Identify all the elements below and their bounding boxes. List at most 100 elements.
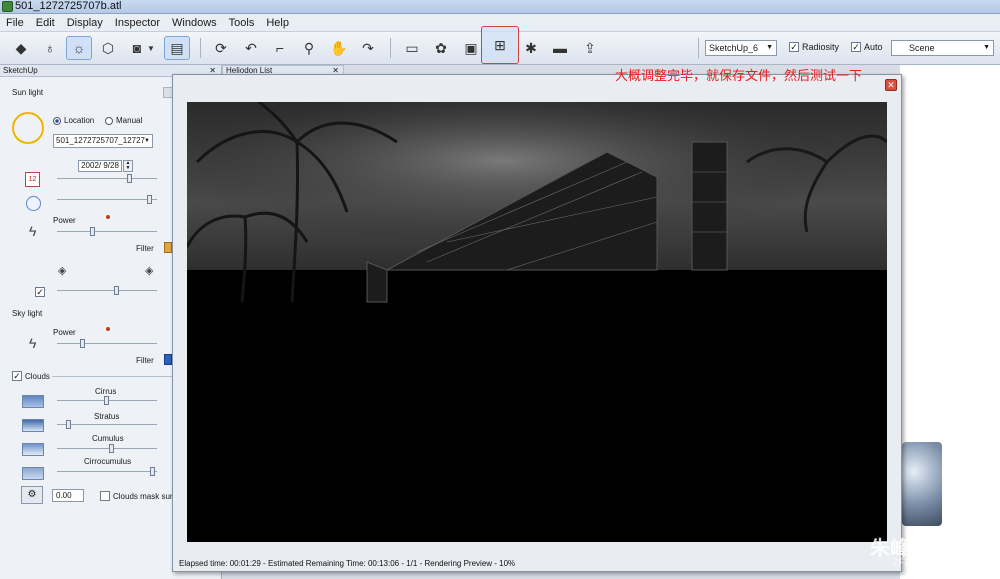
slider-thumb[interactable] [147, 195, 152, 204]
slider-thumb[interactable] [104, 396, 109, 405]
clouds-value-field[interactable]: 0.00 [52, 489, 84, 502]
slider-thumb[interactable] [127, 174, 132, 183]
clouds-checkbox[interactable]: ✓ Clouds [12, 371, 50, 381]
cloud-tool-button[interactable]: ⚙ [21, 486, 43, 504]
export-icon[interactable]: ⇪ [577, 36, 603, 60]
cumulus-slider[interactable] [57, 444, 157, 453]
auto-label: Auto [864, 42, 883, 52]
day-slider[interactable] [57, 174, 157, 183]
checkbox-unchecked[interactable] [100, 491, 110, 501]
sun-icon [12, 112, 44, 144]
checkbox-checked[interactable]: ✓ [35, 287, 45, 298]
cumulus-thumbnail [22, 443, 44, 456]
menu-display[interactable]: Display [61, 14, 109, 31]
location-select[interactable]: 501_1272725707_12727 ▼ [53, 134, 153, 148]
clouds-mask-checkbox[interactable]: Clouds mask sun [100, 491, 174, 501]
rendered-image [187, 102, 887, 542]
refresh-icon[interactable]: ⟳ [208, 36, 234, 60]
panel-icon[interactable]: ▤ [164, 36, 190, 60]
manual-radio[interactable]: Manual [105, 116, 142, 125]
date-field[interactable]: 2002/ 9/28 [78, 160, 122, 172]
frame-icon[interactable]: ▭ [399, 36, 425, 60]
slider-thumb[interactable] [80, 339, 85, 348]
sky-power-slider[interactable] [57, 339, 157, 348]
checkbox-checked[interactable]: ✓ [12, 371, 22, 381]
sun-filter-label: Filter [136, 244, 154, 253]
date-spinner[interactable]: ▲ ▼ [123, 160, 133, 172]
clouds-mask-label: Clouds mask sun [113, 491, 175, 501]
menu-tools[interactable]: Tools [223, 14, 261, 31]
undo-icon[interactable]: ↶ [238, 36, 264, 60]
power-marker [106, 327, 110, 331]
chevron-down-icon: ▼ [983, 44, 990, 51]
location-radio[interactable]: Location [53, 116, 94, 125]
toolbar-separator [390, 38, 391, 58]
region-render-icon[interactable]: ⊞ [481, 26, 519, 64]
cirrocumulus-label: Cirrocumulus [84, 457, 132, 466]
eraser-icon[interactable]: ◈ [58, 264, 66, 277]
panel-title: SketchUp [3, 66, 38, 75]
slider-thumb[interactable] [109, 444, 114, 453]
sun-power-slider[interactable] [57, 227, 157, 236]
sky-filter-color[interactable] [164, 354, 172, 365]
close-icon[interactable]: ✕ [885, 79, 897, 91]
scene-select-value: Scene [909, 43, 935, 53]
lightning-icon: ϟ [29, 335, 37, 351]
cirrocumulus-slider[interactable] [57, 467, 157, 476]
checkbox-checked[interactable]: ✓ [789, 42, 799, 52]
checkbox-checked[interactable]: ✓ [851, 42, 861, 52]
power-marker [106, 215, 110, 219]
chevron-down-icon[interactable]: ▼ [146, 36, 156, 60]
view-select-value: SketchUp_6 [709, 43, 759, 53]
sun-filter-color[interactable] [164, 242, 172, 253]
radio-unselected[interactable] [105, 116, 113, 125]
divider [52, 376, 172, 377]
bulb-icon[interactable]: ♁ [37, 36, 63, 60]
time-slider[interactable] [57, 195, 157, 204]
redo-icon[interactable]: ↷ [355, 36, 381, 60]
crop-icon[interactable]: ⌐ [267, 36, 293, 60]
window-icon[interactable]: ▬ [547, 36, 573, 60]
palette-icon[interactable]: ✿ [428, 36, 454, 60]
menu-inspector[interactable]: Inspector [109, 14, 166, 31]
slider-thumb[interactable] [66, 420, 71, 429]
slider-thumb[interactable] [90, 227, 95, 236]
menu-help[interactable]: Help [260, 14, 295, 31]
chevron-down-icon: ▼ [766, 44, 773, 51]
location-label: Location [64, 116, 95, 125]
location-select-value: 501_1272725707_12727 [56, 136, 145, 145]
shadow-slider[interactable] [57, 286, 157, 295]
menu-edit[interactable]: Edit [30, 14, 61, 31]
slider-thumb[interactable] [114, 286, 119, 295]
radiosity-checkbox[interactable]: ✓ Radiosity [789, 42, 839, 52]
render-status: Elapsed time: 00:01:29 - Estimated Remai… [179, 559, 516, 568]
toolbar-separator [200, 38, 201, 58]
menu-windows[interactable]: Windows [166, 14, 223, 31]
scene-select[interactable]: Scene ▼ [891, 40, 994, 56]
paint-bucket-icon[interactable]: ◆ [8, 36, 34, 60]
stratus-label: Stratus [94, 412, 120, 421]
sun-power-label: Power [53, 216, 76, 225]
view-select[interactable]: SketchUp_6 ▼ [705, 40, 777, 56]
eraser-icon[interactable]: ◈ [145, 264, 153, 277]
zoom-icon[interactable]: ⚲ [296, 36, 322, 60]
title-bar: 501_1272725707b.atl [0, 0, 1000, 14]
radio-selected[interactable] [53, 116, 61, 125]
stratus-slider[interactable] [57, 420, 157, 429]
radiosity-label: Radiosity [802, 42, 840, 52]
app-icon [2, 1, 13, 12]
clock-icon [26, 196, 41, 211]
stratus-thumbnail [22, 419, 44, 432]
cirrus-slider[interactable] [57, 396, 157, 405]
watermark-url: ZF3D.COM [893, 557, 939, 567]
sun-icon[interactable]: ☼ [66, 36, 92, 60]
window-title: 501_1272725707b.atl [15, 0, 122, 12]
manual-label: Manual [116, 116, 143, 125]
auto-checkbox[interactable]: ✓ Auto [851, 42, 883, 52]
hand-icon[interactable]: ✋ [326, 36, 352, 60]
slider-thumb[interactable] [150, 467, 155, 476]
menu-file[interactable]: File [0, 14, 30, 31]
sun-light-heading: Sun light [12, 88, 44, 97]
cube-icon[interactable]: ⬡ [95, 36, 121, 60]
gear-icon[interactable]: ✱ [518, 36, 544, 60]
